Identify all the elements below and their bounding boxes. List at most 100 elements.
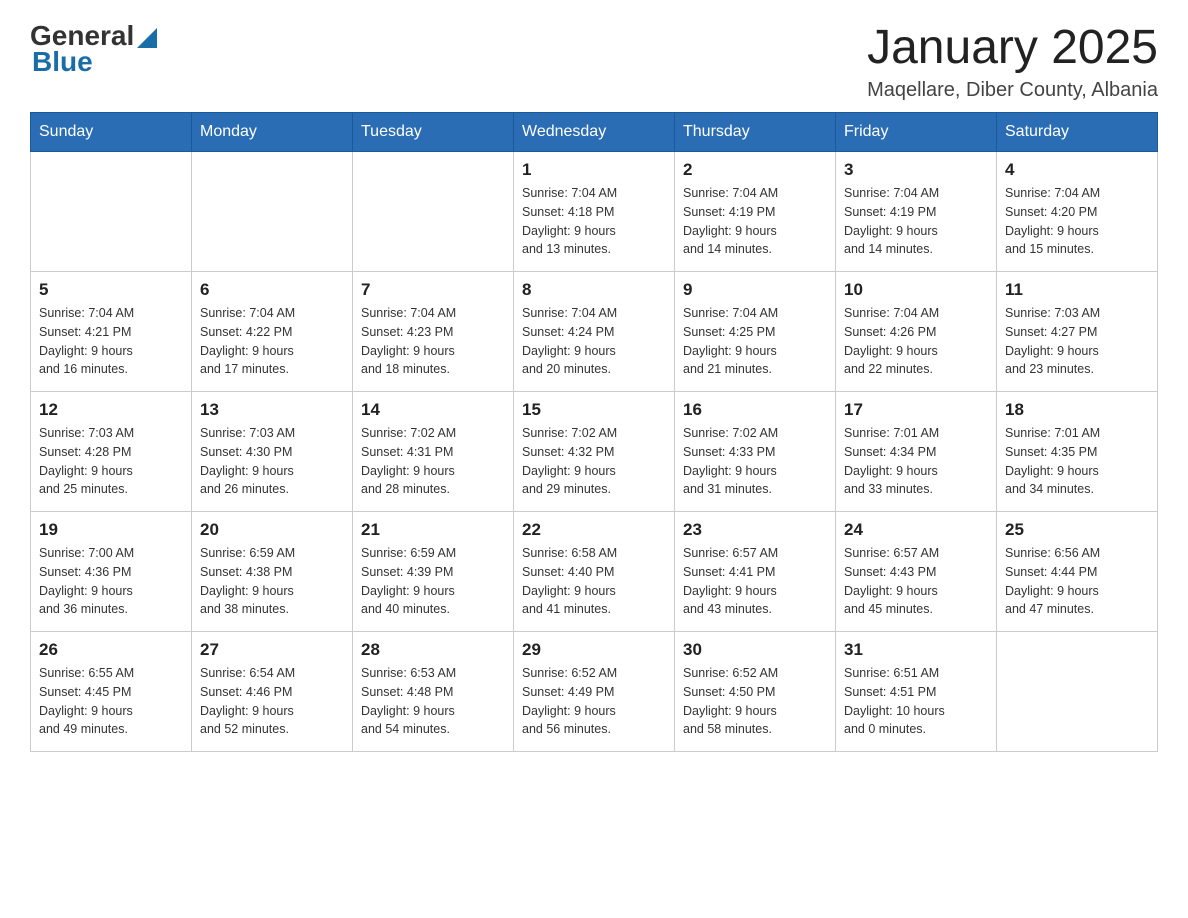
calendar-cell: 17 Sunrise: 7:01 AM Sunset: 4:34 PM Dayli… xyxy=(836,392,997,512)
calendar-cell: 13 Sunrise: 7:03 AM Sunset: 4:30 PM Dayli… xyxy=(192,392,353,512)
calendar-cell: 8Sunrise: 7:04 AM Sunset: 4:24 PM Daylig… xyxy=(514,272,675,392)
day-info: Sunrise: 6:54 AM Sunset: 4:46 PM Dayligh… xyxy=(200,664,344,739)
day-info: Sunrise: 7:00 AM Sunset: 4:36 PM Dayligh… xyxy=(39,544,183,619)
day-info: Sunrise: 7:04 AM Sunset: 4:23 PM Dayligh… xyxy=(361,304,505,379)
day-info: Sunrise: 7:02 AM Sunset: 4:33 PM Dayligh… xyxy=(683,424,827,499)
day-number: 6 xyxy=(200,280,344,300)
day-info: Sunrise: 7:01 AM Sunset: 4:35 PM Dayligh… xyxy=(1005,424,1149,499)
calendar-week-row: 1 Sunrise: 7:04 AM Sunset: 4:18 PM Daylig… xyxy=(31,152,1158,272)
day-info: Sunrise: 7:01 AM Sunset: 4:34 PM Dayligh… xyxy=(844,424,988,499)
day-info: Sunrise: 7:04 AM Sunset: 4:19 PM Dayligh… xyxy=(683,184,827,259)
calendar-cell: 10 Sunrise: 7:04 AM Sunset: 4:26 PM Dayli… xyxy=(836,272,997,392)
day-info: Sunrise: 6:51 AM Sunset: 4:51 PM Dayligh… xyxy=(844,664,988,739)
day-of-week-header: Saturday xyxy=(997,113,1158,152)
day-number: 12 xyxy=(39,400,183,420)
calendar-cell: 28 Sunrise: 6:53 AM Sunset: 4:48 PM Dayli… xyxy=(353,632,514,752)
calendar-cell: 3 Sunrise: 7:04 AM Sunset: 4:19 PM Daylig… xyxy=(836,152,997,272)
calendar-cell: 27 Sunrise: 6:54 AM Sunset: 4:46 PM Dayli… xyxy=(192,632,353,752)
day-info: Sunrise: 7:04 AM Sunset: 4:22 PM Dayligh… xyxy=(200,304,344,379)
day-number: 19 xyxy=(39,520,183,540)
day-number: 22 xyxy=(522,520,666,540)
day-info: Sunrise: 7:04 AM Sunset: 4:25 PM Dayligh… xyxy=(683,304,827,379)
day-number: 10 xyxy=(844,280,988,300)
day-of-week-header: Tuesday xyxy=(353,113,514,152)
day-info: Sunrise: 7:04 AM Sunset: 4:18 PM Dayligh… xyxy=(522,184,666,259)
day-number: 8 xyxy=(522,280,666,300)
day-number: 9 xyxy=(683,280,827,300)
day-number: 23 xyxy=(683,520,827,540)
day-number: 11 xyxy=(1005,280,1149,300)
calendar-cell: 16Sunrise: 7:02 AM Sunset: 4:33 PM Dayli… xyxy=(675,392,836,512)
day-number: 7 xyxy=(361,280,505,300)
day-info: Sunrise: 6:57 AM Sunset: 4:43 PM Dayligh… xyxy=(844,544,988,619)
day-of-week-header: Wednesday xyxy=(514,113,675,152)
day-info: Sunrise: 7:04 AM Sunset: 4:19 PM Dayligh… xyxy=(844,184,988,259)
calendar-cell: 22 Sunrise: 6:58 AM Sunset: 4:40 PM Dayli… xyxy=(514,512,675,632)
day-number: 2 xyxy=(683,160,827,180)
location-title: Maqellare, Diber County, Albania xyxy=(867,79,1158,102)
logo: General Blue xyxy=(30,20,157,78)
month-title: January 2025 xyxy=(867,20,1158,75)
day-info: Sunrise: 6:58 AM Sunset: 4:40 PM Dayligh… xyxy=(522,544,666,619)
calendar-cell xyxy=(31,152,192,272)
calendar-cell: 30 Sunrise: 6:52 AM Sunset: 4:50 PM Dayli… xyxy=(675,632,836,752)
calendar-cell: 26 Sunrise: 6:55 AM Sunset: 4:45 PM Dayli… xyxy=(31,632,192,752)
day-number: 21 xyxy=(361,520,505,540)
calendar-cell: 25Sunrise: 6:56 AM Sunset: 4:44 PM Dayli… xyxy=(997,512,1158,632)
calendar-cell xyxy=(353,152,514,272)
calendar-cell: 18Sunrise: 7:01 AM Sunset: 4:35 PM Dayli… xyxy=(997,392,1158,512)
day-info: Sunrise: 6:57 AM Sunset: 4:41 PM Dayligh… xyxy=(683,544,827,619)
day-of-week-header: Monday xyxy=(192,113,353,152)
day-number: 17 xyxy=(844,400,988,420)
day-info: Sunrise: 6:52 AM Sunset: 4:50 PM Dayligh… xyxy=(683,664,827,739)
calendar-week-row: 19 Sunrise: 7:00 AM Sunset: 4:36 PM Dayli… xyxy=(31,512,1158,632)
day-info: Sunrise: 7:04 AM Sunset: 4:21 PM Dayligh… xyxy=(39,304,183,379)
calendar-cell: 24Sunrise: 6:57 AM Sunset: 4:43 PM Dayli… xyxy=(836,512,997,632)
day-of-week-header: Thursday xyxy=(675,113,836,152)
day-number: 15 xyxy=(522,400,666,420)
day-number: 1 xyxy=(522,160,666,180)
day-of-week-header: Sunday xyxy=(31,113,192,152)
day-number: 29 xyxy=(522,640,666,660)
day-of-week-header: Friday xyxy=(836,113,997,152)
calendar-cell: 15Sunrise: 7:02 AM Sunset: 4:32 PM Dayli… xyxy=(514,392,675,512)
day-number: 20 xyxy=(200,520,344,540)
calendar-cell: 1 Sunrise: 7:04 AM Sunset: 4:18 PM Daylig… xyxy=(514,152,675,272)
day-number: 3 xyxy=(844,160,988,180)
day-info: Sunrise: 6:55 AM Sunset: 4:45 PM Dayligh… xyxy=(39,664,183,739)
calendar-cell: 31 Sunrise: 6:51 AM Sunset: 4:51 PM Dayli… xyxy=(836,632,997,752)
day-number: 13 xyxy=(200,400,344,420)
day-number: 26 xyxy=(39,640,183,660)
day-info: Sunrise: 6:59 AM Sunset: 4:39 PM Dayligh… xyxy=(361,544,505,619)
day-number: 31 xyxy=(844,640,988,660)
calendar-cell: 4 Sunrise: 7:04 AM Sunset: 4:20 PM Daylig… xyxy=(997,152,1158,272)
page-header: General Blue January 2025 Maqellare, Dib… xyxy=(30,20,1158,102)
day-info: Sunrise: 7:03 AM Sunset: 4:27 PM Dayligh… xyxy=(1005,304,1149,379)
day-number: 28 xyxy=(361,640,505,660)
day-info: Sunrise: 7:02 AM Sunset: 4:31 PM Dayligh… xyxy=(361,424,505,499)
calendar-cell: 7 Sunrise: 7:04 AM Sunset: 4:23 PM Daylig… xyxy=(353,272,514,392)
calendar-cell: 21 Sunrise: 6:59 AM Sunset: 4:39 PM Dayli… xyxy=(353,512,514,632)
calendar-week-row: 26 Sunrise: 6:55 AM Sunset: 4:45 PM Dayli… xyxy=(31,632,1158,752)
calendar-cell: 29Sunrise: 6:52 AM Sunset: 4:49 PM Dayli… xyxy=(514,632,675,752)
logo-triangle-icon xyxy=(137,26,157,48)
calendar-cell: 19 Sunrise: 7:00 AM Sunset: 4:36 PM Dayli… xyxy=(31,512,192,632)
calendar-cell: 6 Sunrise: 7:04 AM Sunset: 4:22 PM Daylig… xyxy=(192,272,353,392)
day-info: Sunrise: 6:56 AM Sunset: 4:44 PM Dayligh… xyxy=(1005,544,1149,619)
day-number: 14 xyxy=(361,400,505,420)
day-info: Sunrise: 7:04 AM Sunset: 4:20 PM Dayligh… xyxy=(1005,184,1149,259)
calendar-cell: 14 Sunrise: 7:02 AM Sunset: 4:31 PM Dayli… xyxy=(353,392,514,512)
day-info: Sunrise: 7:03 AM Sunset: 4:28 PM Dayligh… xyxy=(39,424,183,499)
calendar-header-row: SundayMondayTuesdayWednesdayThursdayFrid… xyxy=(31,113,1158,152)
day-number: 30 xyxy=(683,640,827,660)
calendar-week-row: 12 Sunrise: 7:03 AM Sunset: 4:28 PM Dayli… xyxy=(31,392,1158,512)
day-number: 27 xyxy=(200,640,344,660)
calendar-cell: 5Sunrise: 7:04 AM Sunset: 4:21 PM Daylig… xyxy=(31,272,192,392)
day-info: Sunrise: 7:04 AM Sunset: 4:26 PM Dayligh… xyxy=(844,304,988,379)
calendar-table: SundayMondayTuesdayWednesdayThursdayFrid… xyxy=(30,112,1158,752)
day-number: 4 xyxy=(1005,160,1149,180)
day-info: Sunrise: 6:53 AM Sunset: 4:48 PM Dayligh… xyxy=(361,664,505,739)
day-info: Sunrise: 7:03 AM Sunset: 4:30 PM Dayligh… xyxy=(200,424,344,499)
calendar-cell: 20Sunrise: 6:59 AM Sunset: 4:38 PM Dayli… xyxy=(192,512,353,632)
title-block: January 2025 Maqellare, Diber County, Al… xyxy=(867,20,1158,102)
